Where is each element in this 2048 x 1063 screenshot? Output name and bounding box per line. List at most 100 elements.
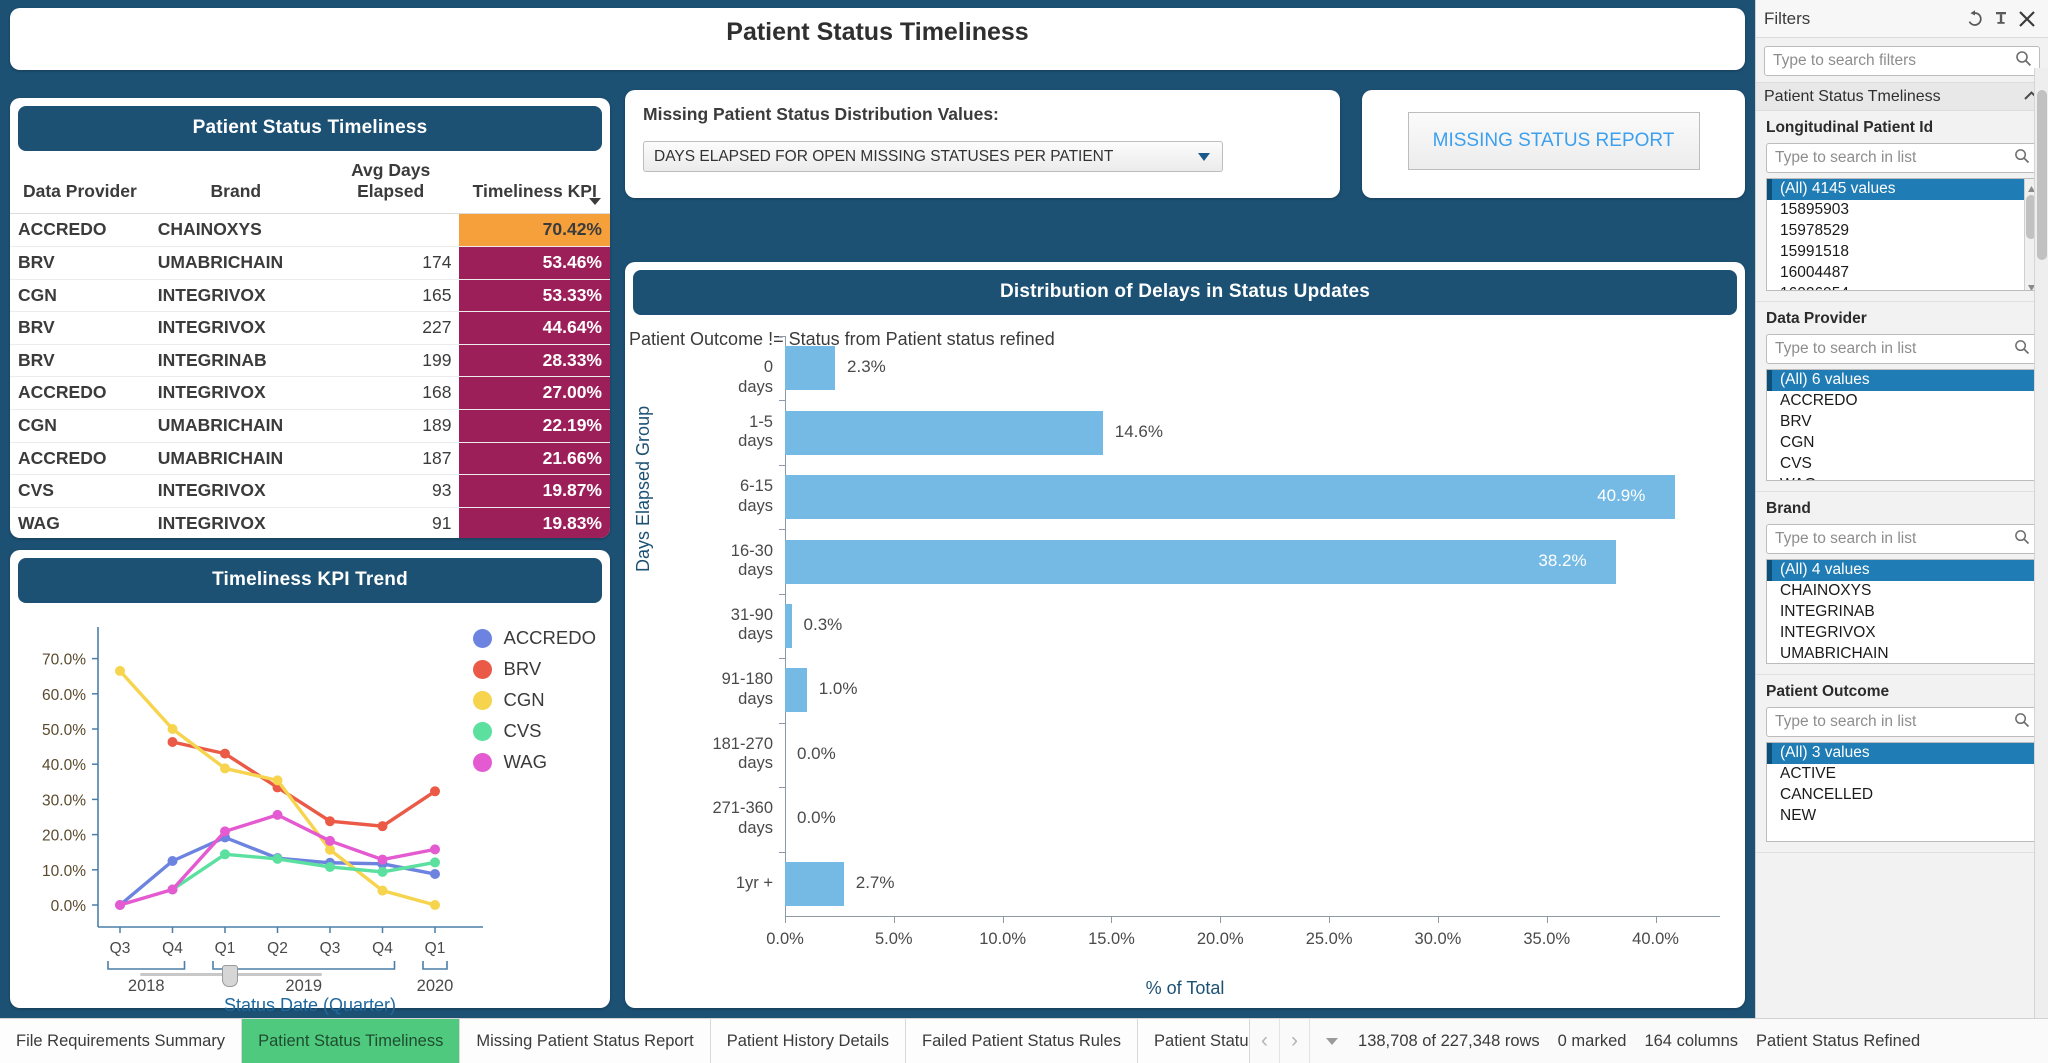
- line-data-point[interactable]: [430, 869, 440, 880]
- tab-file-requirements-summary[interactable]: File Requirements Summary: [0, 1019, 243, 1063]
- table-row[interactable]: BRV UMABRICHAIN 174 53.46%: [10, 246, 610, 280]
- line-data-point[interactable]: [430, 900, 440, 910]
- line-data-point[interactable]: [377, 854, 388, 865]
- filter-item[interactable]: INTEGRINAB: [1767, 602, 2037, 623]
- filter-item[interactable]: 16026954: [1767, 284, 2037, 290]
- filters-scrollbar-thumb[interactable]: [2037, 90, 2047, 260]
- line-data-point[interactable]: [325, 816, 335, 827]
- bar-segment[interactable]: [785, 604, 792, 648]
- filter-item-all[interactable]: (All) 4145 values: [1767, 179, 2037, 200]
- tab-patient-history-details[interactable]: Patient History Details: [710, 1019, 906, 1063]
- legend-item-brv[interactable]: BRV: [473, 658, 596, 680]
- filter-item-all[interactable]: (All) 3 values: [1767, 743, 2037, 764]
- bar-segment[interactable]: [785, 346, 836, 391]
- line-data-point[interactable]: [272, 853, 283, 864]
- line-data-point[interactable]: [377, 866, 388, 877]
- filter-item[interactable]: CVS: [1767, 454, 2037, 475]
- tab-missing-patient-status-report[interactable]: Missing Patient Status Report: [460, 1019, 711, 1063]
- legend-item-accredo[interactable]: ACCREDO: [473, 627, 596, 649]
- line-data-point[interactable]: [167, 884, 178, 895]
- line-data-point[interactable]: [167, 856, 178, 866]
- bar-segment[interactable]: [785, 539, 1617, 584]
- filter-item[interactable]: 15991518: [1767, 242, 2037, 263]
- table-row[interactable]: BRV INTEGRIVOX 227 44.64%: [10, 311, 610, 345]
- bar-segment[interactable]: [785, 668, 807, 713]
- close-icon[interactable]: [2014, 6, 2040, 32]
- legend-item-cgn[interactable]: CGN: [473, 689, 596, 711]
- line-data-point[interactable]: [325, 844, 335, 855]
- line-data-point[interactable]: [430, 844, 440, 855]
- bar-segment[interactable]: [785, 861, 844, 906]
- filters-search-input[interactable]: Type to search filters: [1764, 46, 2040, 76]
- filters-section-header[interactable]: Patient Status Tmeliness: [1756, 82, 2048, 111]
- tab-patient-status-timeliness[interactable]: Patient Status Timeliness: [242, 1019, 461, 1063]
- column-header-avg-days-elapsed[interactable]: Avg Days Elapsed: [321, 151, 460, 215]
- line-data-point[interactable]: [325, 835, 335, 846]
- legend-item-cvs[interactable]: CVS: [473, 720, 596, 742]
- table-row[interactable]: CVS INTEGRIVOX 93 19.87%: [10, 474, 610, 508]
- line-data-point[interactable]: [220, 763, 230, 774]
- legend-item-wag[interactable]: WAG: [473, 751, 596, 773]
- tabs-prev-button[interactable]: ‹: [1250, 1019, 1281, 1063]
- bar-segment[interactable]: [785, 475, 1676, 520]
- line-data-point[interactable]: [272, 775, 283, 786]
- column-header-brand[interactable]: Brand: [149, 151, 322, 215]
- line-data-point[interactable]: [115, 665, 125, 676]
- pin-icon[interactable]: [1988, 6, 2014, 32]
- line-data-point[interactable]: [272, 809, 283, 820]
- filter-item[interactable]: INTEGRIVOX: [1767, 623, 2037, 644]
- filter-item[interactable]: NEW: [1767, 806, 2037, 827]
- column-header-timeliness-kpi[interactable]: Timeliness KPI: [459, 151, 610, 215]
- table-row[interactable]: BRV INTEGRINAB 199 28.33%: [10, 344, 610, 378]
- line-data-point[interactable]: [220, 826, 230, 837]
- filter-value-list[interactable]: (All) 6 valuesACCREDOBRVCGNCVSWAGX: [1766, 369, 2038, 481]
- filter-list-search-input[interactable]: Type to search in list: [1766, 334, 2038, 364]
- table-row[interactable]: CGN UMABRICHAIN 189 22.19%: [10, 409, 610, 443]
- filter-item-all[interactable]: (All) 6 values: [1767, 370, 2037, 391]
- status-dropdown-icon[interactable]: [1326, 1037, 1339, 1045]
- reset-icon[interactable]: [1962, 6, 1988, 32]
- line-data-point[interactable]: [220, 849, 230, 860]
- line-data-point[interactable]: [220, 748, 230, 759]
- bar-segment[interactable]: [785, 410, 1103, 455]
- line-data-point[interactable]: [167, 737, 178, 748]
- filter-item[interactable]: WAG: [1767, 475, 2037, 480]
- tab-patient-status-s[interactable]: Patient Status S: [1138, 1019, 1251, 1063]
- filter-item[interactable]: CANCELLED: [1767, 785, 2037, 806]
- line-data-point[interactable]: [430, 786, 440, 797]
- line-data-point[interactable]: [115, 900, 125, 910]
- bar-chart-plot[interactable]: Days Elapsed Group % of Total 0 days 2.3% 1…: [625, 322, 1745, 1008]
- filter-list-search-input[interactable]: Type to search in list: [1766, 143, 2038, 173]
- table-row[interactable]: ACCREDO UMABRICHAIN 187 21.66%: [10, 442, 610, 476]
- filter-item[interactable]: 15895903: [1767, 200, 2037, 221]
- filter-item[interactable]: CGN: [1767, 433, 2037, 454]
- line-data-point[interactable]: [167, 724, 178, 734]
- filter-item[interactable]: UMABRICHAIN: [1767, 644, 2037, 663]
- filter-list-search-input[interactable]: Type to search in list: [1766, 707, 2038, 737]
- filter-list-search-input[interactable]: Type to search in list: [1766, 524, 2038, 554]
- line-data-point[interactable]: [325, 861, 335, 872]
- filters-scrollbar[interactable]: [2034, 68, 2048, 1018]
- line-data-point[interactable]: [377, 821, 388, 832]
- table-row[interactable]: WAG INTEGRIVOX 91 19.83%: [10, 507, 610, 538]
- table-row[interactable]: ACCREDO INTEGRIVOX 168 27.00%: [10, 376, 610, 411]
- line-data-point[interactable]: [377, 885, 388, 896]
- line-data-point[interactable]: [430, 857, 440, 868]
- tabs-next-button[interactable]: ›: [1280, 1019, 1311, 1063]
- column-header-data-provider[interactable]: Data Provider: [10, 151, 150, 215]
- distribution-values-select[interactable]: DAYS ELAPSED FOR OPEN MISSING STATUSES P…: [643, 141, 1223, 172]
- filter-value-list[interactable]: (All) 3 values ACTIVE CANCELLED NEW: [1766, 742, 2038, 842]
- filter-item[interactable]: 16004487: [1767, 263, 2037, 284]
- filter-item[interactable]: ACTIVE: [1767, 764, 2037, 785]
- filter-value-list[interactable]: (All) 4 values CHAINOXYS INTEGRINAB INTEGRI…: [1766, 559, 2038, 664]
- chevron-down-icon[interactable]: [1198, 152, 1210, 161]
- quarter-slider-thumb[interactable]: [222, 965, 238, 987]
- tab-failed-patient-status-rules[interactable]: Failed Patient Status Rules: [906, 1019, 1139, 1063]
- missing-status-report-button[interactable]: MISSING STATUS REPORT: [1407, 112, 1700, 170]
- filter-item[interactable]: 15978529: [1767, 221, 2037, 242]
- filter-value-list[interactable]: (All) 4145 values 15895903 15978529 1599151…: [1766, 178, 2038, 291]
- table-row[interactable]: ACCREDO CHAINOXYS 70.42%: [10, 213, 610, 247]
- filter-item[interactable]: CHAINOXYS: [1767, 581, 2037, 602]
- filter-item-all[interactable]: (All) 4 values: [1767, 560, 2037, 581]
- table-row[interactable]: CGN INTEGRIVOX 165 53.33%: [10, 279, 610, 313]
